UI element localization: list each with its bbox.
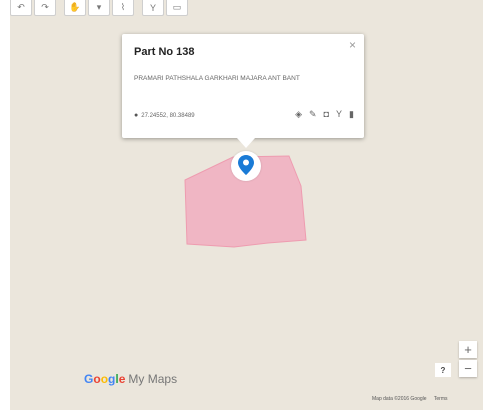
info-window-tail [237,138,255,148]
my-maps-text: My Maps [128,372,178,386]
info-title: Part No 138 [134,46,195,58]
zoom-in-button[interactable]: + [459,341,477,358]
map-marker-icon[interactable] [238,155,254,175]
paint-bucket-icon[interactable]: ◈ [295,109,302,119]
help-button[interactable]: ? [435,363,451,377]
close-icon[interactable]: × [349,39,356,51]
attribution: Map data ©2016 Google Terms [372,396,454,402]
zoom-out-button[interactable]: − [459,360,477,377]
coordinates-text: 27.24552, 80.38489 [141,112,195,119]
camera-icon[interactable]: ◘ [324,109,329,119]
info-description: PRAMARI PATHSHALA GARKHARI MAJARA ANT BA… [134,75,300,82]
google-my-maps-logo: Google My Maps [84,372,177,386]
pencil-icon[interactable]: ✎ [309,109,317,119]
terms-link[interactable]: Terms [434,396,448,402]
location-pin-icon: ● [134,112,139,119]
coordinates: ● 27.24552, 80.38489 [134,112,195,119]
info-window: Part No 138 × PRAMARI PATHSHALA GARKHARI… [122,34,364,148]
info-actions: ◈ ✎ ◘ Y ▮ [295,109,354,119]
map-data-text: Map data ©2016 Google [372,396,427,402]
directions-icon[interactable]: Y [336,109,342,119]
trash-icon[interactable]: ▮ [349,109,354,119]
google-logo: Google [84,372,126,386]
